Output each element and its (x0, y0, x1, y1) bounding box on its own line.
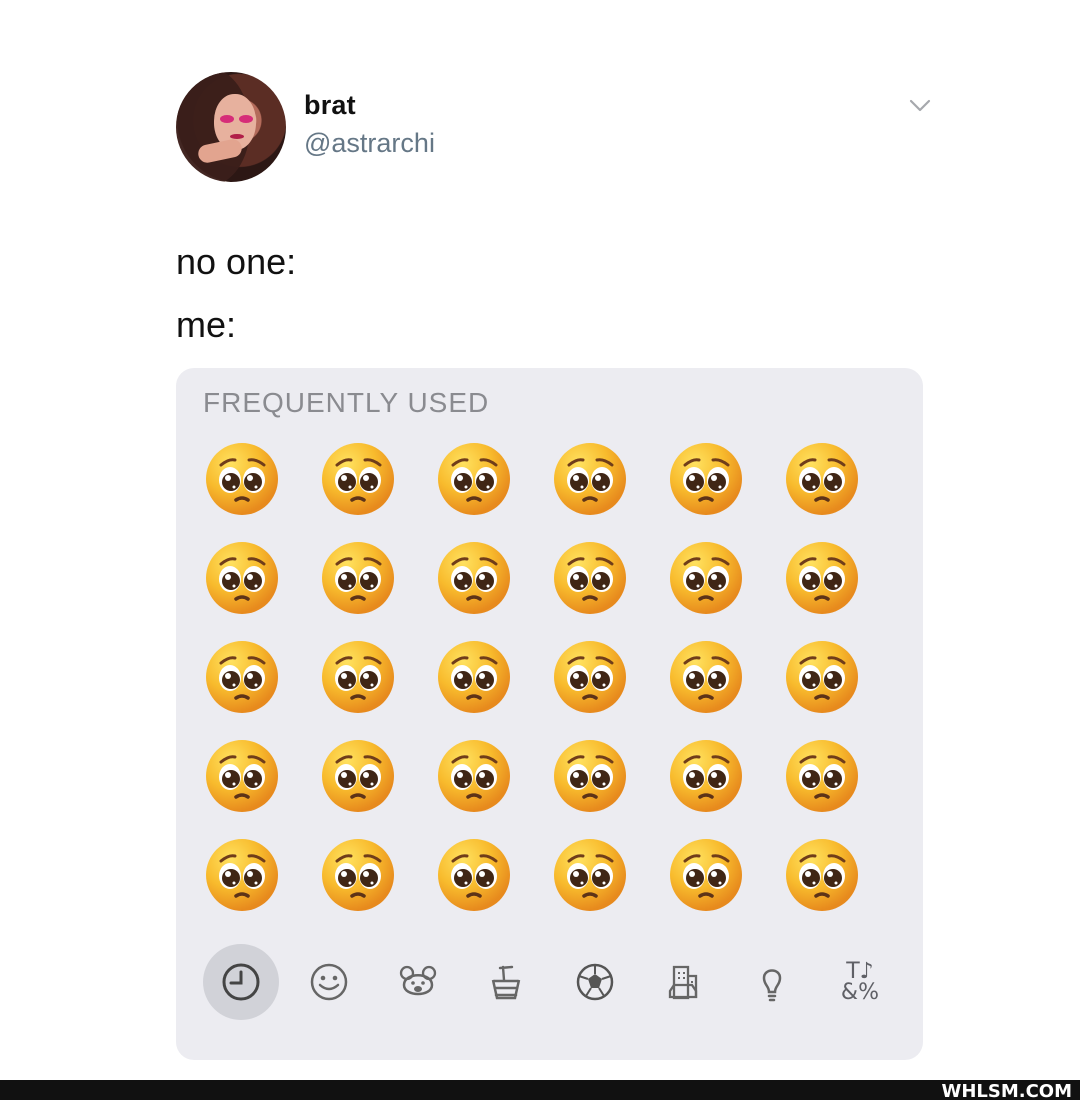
frequently-used-title: FREQUENTLY USED (203, 387, 490, 418)
travel-category-button[interactable] (645, 944, 721, 1020)
animals-category-button[interactable] (380, 944, 456, 1020)
recent-category-button[interactable] (203, 944, 279, 1020)
pleading-face-emoji[interactable] (319, 836, 435, 935)
pleading-face-emoji[interactable] (435, 638, 551, 737)
recent-icon (222, 963, 260, 1001)
pleading-face-emoji[interactable] (203, 836, 319, 935)
watermark-text: WHLSM.COM (941, 1081, 1072, 1102)
smiley-icon (311, 963, 348, 1001)
sports-category-button[interactable] (557, 944, 633, 1020)
tweet-header: brat @astrarchi (176, 72, 936, 184)
pleading-face-emoji[interactable] (319, 539, 435, 638)
pleading-face-emoji[interactable] (551, 440, 667, 539)
emoji-category-toolbar: T♪ &% (203, 941, 898, 1023)
pleading-face-emoji[interactable] (203, 737, 319, 836)
symbols-icon: T♪ &% (840, 959, 879, 1005)
pleading-face-emoji[interactable] (667, 737, 783, 836)
pleading-face-emoji[interactable] (551, 737, 667, 836)
pleading-face-emoji[interactable] (551, 638, 667, 737)
pleading-face-emoji[interactable] (435, 737, 551, 836)
pleading-face-emoji[interactable] (203, 539, 319, 638)
pleading-face-emoji[interactable] (783, 737, 899, 836)
tweet-line-no-one: no one: (176, 241, 297, 282)
pleading-face-emoji[interactable] (319, 737, 435, 836)
pleading-face-emoji[interactable] (667, 539, 783, 638)
pleading-face-emoji[interactable] (435, 440, 551, 539)
pleading-face-emoji[interactable] (667, 638, 783, 737)
pleading-face-emoji[interactable] (435, 836, 551, 935)
smileys-category-button[interactable] (291, 944, 367, 1020)
pleading-face-emoji[interactable] (667, 836, 783, 935)
pleading-face-emoji[interactable] (435, 539, 551, 638)
chevron-down-icon[interactable] (908, 96, 932, 116)
pleading-face-emoji[interactable] (203, 440, 319, 539)
food-category-button[interactable] (468, 944, 544, 1020)
tweet-line-me: me: (176, 304, 237, 345)
emoji-grid (203, 440, 863, 950)
display-name[interactable]: brat (304, 90, 356, 121)
pleading-face-emoji[interactable] (783, 836, 899, 935)
pleading-face-emoji[interactable] (319, 440, 435, 539)
avatar[interactable] (176, 72, 286, 182)
objects-category-button[interactable] (734, 944, 810, 1020)
animal-icon (399, 965, 436, 996)
pleading-face-emoji[interactable] (203, 638, 319, 737)
travel-icon (668, 965, 698, 1000)
sports-ball-icon (576, 963, 613, 1001)
user-handle[interactable]: @astrarchi (304, 128, 435, 159)
food-icon (492, 965, 521, 1000)
lightbulb-icon (762, 969, 781, 1002)
pleading-face-emoji[interactable] (551, 836, 667, 935)
pleading-face-emoji[interactable] (667, 440, 783, 539)
pleading-face-emoji[interactable] (783, 440, 899, 539)
pleading-face-emoji[interactable] (783, 638, 899, 737)
emoji-keyboard: FREQUENTLY USED T♪ &% (176, 368, 923, 1060)
pleading-face-emoji[interactable] (319, 638, 435, 737)
pleading-face-emoji[interactable] (551, 539, 667, 638)
watermark-bar: WHLSM.COM (0, 1080, 1080, 1102)
pleading-face-emoji[interactable] (783, 539, 899, 638)
symbols-category-button[interactable]: T♪ &% (822, 944, 898, 1020)
